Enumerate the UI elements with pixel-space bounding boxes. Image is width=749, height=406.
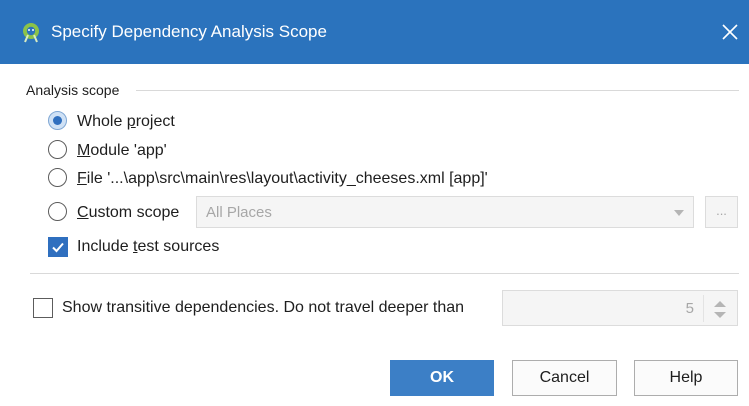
depth-value: 5 xyxy=(685,300,694,317)
include-tests-checkbox[interactable] xyxy=(48,237,68,257)
custom-scope-dropdown[interactable]: All Places xyxy=(196,196,694,228)
group-divider xyxy=(136,90,739,91)
browse-scope-button[interactable]: ... xyxy=(705,196,738,228)
depth-spinner[interactable]: 5 xyxy=(502,290,738,326)
chevron-down-icon xyxy=(674,210,684,216)
transitive-checkbox[interactable] xyxy=(33,298,53,318)
custom-scope-value: All Places xyxy=(206,204,272,221)
android-studio-icon xyxy=(23,23,39,43)
analysis-scope-label: Analysis scope xyxy=(26,82,120,98)
help-button[interactable]: Help xyxy=(634,360,738,396)
close-icon[interactable] xyxy=(716,18,744,46)
whole-project-label[interactable]: Whole project xyxy=(77,112,175,132)
checkmark-icon xyxy=(52,242,64,253)
spinner-divider xyxy=(703,295,704,322)
file-radio[interactable] xyxy=(48,168,67,187)
spinner-down-icon[interactable] xyxy=(713,311,727,319)
custom-scope-label[interactable]: Custom scope xyxy=(77,203,179,223)
ok-button[interactable]: OK xyxy=(390,360,494,396)
dialog-title: Specify Dependency Analysis Scope xyxy=(51,22,327,41)
cancel-button[interactable]: Cancel xyxy=(512,360,617,396)
module-label[interactable]: Module 'app' xyxy=(77,141,167,161)
transitive-label[interactable]: Show transitive dependencies. Do not tra… xyxy=(62,298,464,318)
module-radio[interactable] xyxy=(48,140,67,159)
file-label[interactable]: File '...\app\src\main\res\layout\activi… xyxy=(77,169,488,189)
whole-project-radio[interactable] xyxy=(48,111,67,130)
spinner-up-icon[interactable] xyxy=(713,300,727,308)
include-tests-label[interactable]: Include test sources xyxy=(77,237,219,257)
custom-scope-radio[interactable] xyxy=(48,202,67,221)
title-bar: Specify Dependency Analysis Scope xyxy=(0,0,749,64)
section-separator xyxy=(30,273,739,274)
